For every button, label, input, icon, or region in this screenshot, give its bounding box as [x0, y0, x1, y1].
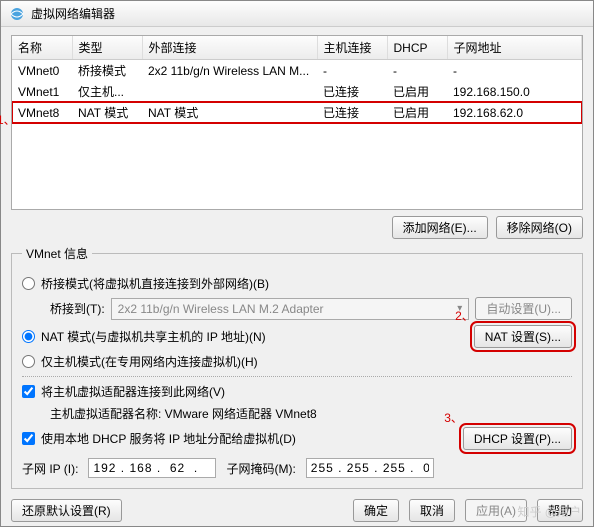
table-row[interactable]: VMnet0桥接模式2x2 11b/g/n Wireless LAN M...-… [12, 60, 582, 82]
table-cell: 192.168.62.0 [447, 102, 582, 123]
table-cell [142, 81, 317, 102]
annotation-2: 2、 [455, 307, 474, 324]
vmnet-info-fieldset: VMnet 信息 桥接模式(将虚拟机直接连接到外部网络)(B) 桥接到(T): … [11, 245, 583, 489]
add-network-button[interactable]: 添加网络(E)... [392, 216, 488, 239]
remove-network-button[interactable]: 移除网络(O) [496, 216, 583, 239]
table-cell: VMnet0 [12, 60, 72, 82]
table-cell: 已连接 [317, 81, 387, 102]
table-cell: VMnet8 [12, 102, 72, 123]
table-cell: 已启用 [387, 102, 447, 123]
subnet-mask-input[interactable] [306, 458, 434, 478]
col-header[interactable]: 类型 [72, 36, 142, 60]
subnet-ip-label: 子网 IP (I): [22, 460, 78, 477]
nat-settings-button[interactable]: NAT 设置(S)... [474, 325, 572, 348]
dhcp-settings-button[interactable]: DHCP 设置(P)... [463, 427, 572, 450]
table-row[interactable]: VMnet1仅主机... 已连接已启用192.168.150.0 [12, 81, 582, 102]
dhcp-checkbox-label: 使用本地 DHCP 服务将 IP 地址分配给虚拟机(D) [41, 430, 296, 447]
connect-host-checkbox[interactable] [22, 385, 35, 398]
cancel-button[interactable]: 取消 [409, 499, 455, 522]
network-table[interactable]: 名称类型外部连接主机连接DHCP子网地址 VMnet0桥接模式2x2 11b/g… [11, 35, 583, 210]
restore-defaults-button[interactable]: 还原默认设置(R) [11, 499, 122, 522]
bridge-to-label: 桥接到(T): [50, 300, 105, 317]
table-cell: 已连接 [317, 102, 387, 123]
subnet-ip-input[interactable] [88, 458, 216, 478]
bridge-to-value: 2x2 11b/g/n Wireless LAN M.2 Adapter [118, 302, 324, 316]
bridge-to-select[interactable]: 2x2 11b/g/n Wireless LAN M.2 Adapter ▾ [111, 298, 470, 320]
bridge-radio-label: 桥接模式(将虚拟机直接连接到外部网络)(B) [41, 275, 269, 292]
table-cell: 2x2 11b/g/n Wireless LAN M... [142, 60, 317, 82]
connect-host-label: 将主机虚拟适配器连接到此网络(V) [41, 383, 225, 400]
table-cell: - [387, 60, 447, 82]
nat-radio-label: NAT 模式(与虚拟机共享主机的 IP 地址)(N) [41, 328, 266, 345]
table-cell: NAT 模式 [72, 102, 142, 123]
titlebar: 虚拟网络编辑器 [1, 1, 593, 27]
table-cell: VMnet1 [12, 81, 72, 102]
fieldset-legend: VMnet 信息 [22, 245, 92, 262]
ok-button[interactable]: 确定 [353, 499, 399, 522]
col-header[interactable]: 外部连接 [142, 36, 317, 60]
annotation-3: 3、 [444, 409, 463, 426]
auto-set-button[interactable]: 自动设置(U)... [475, 297, 572, 320]
table-cell: 已启用 [387, 81, 447, 102]
window-title: 虚拟网络编辑器 [31, 5, 115, 22]
hostonly-radio[interactable] [22, 355, 35, 368]
divider [22, 376, 572, 377]
app-icon [9, 6, 25, 22]
nat-radio[interactable] [22, 330, 35, 343]
table-cell: 桥接模式 [72, 60, 142, 82]
table-row[interactable]: VMnet8NAT 模式NAT 模式已连接已启用192.168.62.0 [12, 102, 582, 123]
bridge-radio[interactable] [22, 277, 35, 290]
table-cell: - [447, 60, 582, 82]
host-adapter-name: 主机虚拟适配器名称: VMware 网络适配器 VMnet8 [50, 405, 317, 422]
table-cell: 仅主机... [72, 81, 142, 102]
col-header[interactable]: 子网地址 [447, 36, 582, 60]
col-header[interactable]: 主机连接 [317, 36, 387, 60]
dhcp-checkbox[interactable] [22, 432, 35, 445]
subnet-mask-label: 子网掩码(M): [226, 460, 295, 477]
hostonly-radio-label: 仅主机模式(在专用网络内连接虚拟机)(H) [41, 353, 258, 370]
col-header[interactable]: DHCP [387, 36, 447, 60]
table-cell: 192.168.150.0 [447, 81, 582, 102]
table-cell: - [317, 60, 387, 82]
help-button[interactable]: 帮助 [537, 499, 583, 522]
apply-button[interactable]: 应用(A) [465, 499, 527, 522]
col-header[interactable]: 名称 [12, 36, 72, 60]
table-cell: NAT 模式 [142, 102, 317, 123]
